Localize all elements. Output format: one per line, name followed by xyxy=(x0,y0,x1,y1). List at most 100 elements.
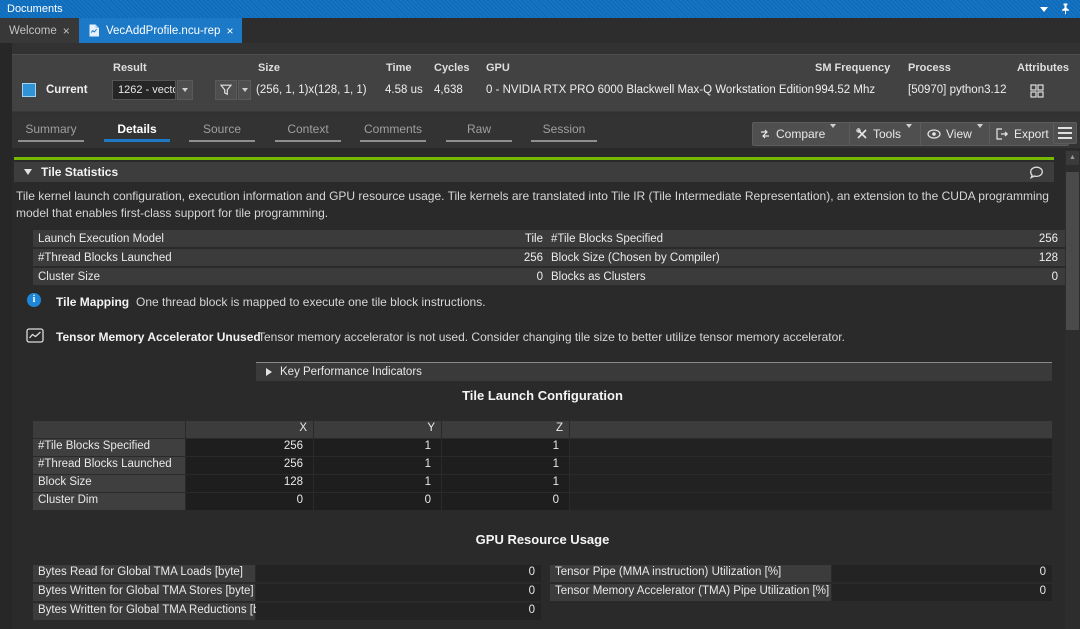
tab-comments[interactable]: Comments xyxy=(355,119,431,145)
scrollbar-thumb[interactable] xyxy=(1066,172,1079,330)
section-accent-line xyxy=(14,157,1054,160)
stat-row: Cluster Size 0 xyxy=(33,268,550,285)
filter-button[interactable] xyxy=(215,80,237,100)
tab-welcome-label: Welcome xyxy=(9,25,57,37)
view-button[interactable]: View xyxy=(920,122,995,146)
launch-configuration-table: X Y Z #Tile Blocks Specified 256 1 1 #Th… xyxy=(33,421,1052,510)
cell-value: 1 xyxy=(314,439,441,456)
stat-label: #Tile Blocks Specified xyxy=(551,233,663,245)
result-select-arrow[interactable] xyxy=(177,80,193,100)
stat-value: 0 xyxy=(1052,271,1058,283)
export-icon xyxy=(996,128,1009,140)
cell-value: 0 xyxy=(314,493,441,510)
menu-button[interactable] xyxy=(1053,122,1077,144)
row-label: Bytes Written for Global TMA Reductions … xyxy=(33,603,255,620)
panel-chevron-down-icon[interactable] xyxy=(1040,7,1048,12)
tab-report-close-icon[interactable]: × xyxy=(226,25,233,37)
tab-report-label: VecAddProfile.ncu-rep xyxy=(106,25,220,37)
export-label: Export xyxy=(1014,127,1049,141)
attributes-column-label: Attributes xyxy=(1017,62,1069,74)
row-label: Bytes Written for Global TMA Stores [byt… xyxy=(33,584,255,601)
current-label: Current xyxy=(46,84,88,96)
comment-bubble-icon[interactable] xyxy=(1029,166,1044,179)
info-icon: i xyxy=(27,293,41,307)
attributes-grid-icon[interactable] xyxy=(1030,84,1044,98)
stat-label: #Thread Blocks Launched xyxy=(38,252,172,264)
resource-table-left: Bytes Read for Global TMA Loads [byte] 0… xyxy=(33,565,541,620)
pin-icon[interactable] xyxy=(1061,3,1070,15)
stat-row: Block Size (Chosen by Compiler) 128 xyxy=(546,249,1065,266)
kpi-label: Key Performance Indicators xyxy=(280,366,422,378)
filter-arrow[interactable] xyxy=(238,80,251,100)
row-label: Tensor Memory Accelerator (TMA) Pipe Uti… xyxy=(550,584,831,601)
cell-value: 0 xyxy=(256,584,541,601)
resource-table-right: Tensor Pipe (MMA instruction) Utilizatio… xyxy=(550,565,1052,601)
row-label: #Tile Blocks Specified xyxy=(33,439,185,456)
view-label: View xyxy=(946,127,972,141)
cell-value: 1 xyxy=(442,439,569,456)
row-label: Tensor Pipe (MMA instruction) Utilizatio… xyxy=(550,565,831,582)
stat-label: Launch Execution Model xyxy=(38,233,164,245)
stat-value: Tile xyxy=(525,233,543,245)
tab-source[interactable]: Source xyxy=(184,119,260,145)
stat-label: Blocks as Clusters xyxy=(551,271,646,283)
tab-context[interactable]: Context xyxy=(270,119,346,145)
sm-frequency-value: 994.52 Mhz xyxy=(815,84,875,96)
scrollbar-up-arrow[interactable]: ▲ xyxy=(1066,151,1079,165)
time-column-label: Time xyxy=(386,62,411,74)
tile-mapping-text: One thread block is mapped to execute on… xyxy=(136,295,486,309)
stat-value: 128 xyxy=(1039,252,1058,264)
result-select[interactable]: 1262 - vector_ xyxy=(112,80,176,100)
stat-value: 256 xyxy=(524,252,543,264)
hamburger-icon xyxy=(1058,127,1072,129)
panel-title: Documents xyxy=(7,3,63,15)
current-result-checkbox[interactable] xyxy=(22,83,36,97)
tab-summary[interactable]: Summary xyxy=(13,119,89,145)
time-value: 4.58 us xyxy=(385,84,423,96)
chevron-down-icon xyxy=(242,88,248,92)
section-title: Tile Statistics xyxy=(41,165,1029,179)
expand-icon[interactable] xyxy=(266,368,272,376)
collapse-icon[interactable] xyxy=(24,169,32,175)
stat-row: Blocks as Clusters 0 xyxy=(546,268,1065,285)
panel-titlebar: Documents xyxy=(0,0,1080,18)
tab-raw[interactable]: Raw xyxy=(441,119,517,145)
cell-filler xyxy=(570,475,1052,492)
table-corner-cell xyxy=(33,421,185,438)
cell-value: 1 xyxy=(314,457,441,474)
report-document-icon xyxy=(88,24,100,37)
key-performance-indicators-header[interactable]: Key Performance Indicators xyxy=(256,362,1052,381)
gpu-column-label: GPU xyxy=(486,62,510,74)
compare-icon xyxy=(759,128,771,140)
cell-value: 0 xyxy=(256,565,541,582)
tab-details[interactable]: Details xyxy=(99,119,175,145)
chevron-down-icon xyxy=(182,88,188,92)
gpu-value: 0 - NVIDIA RTX PRO 6000 Blackwell Max-Q … xyxy=(486,84,814,96)
tools-label: Tools xyxy=(873,127,901,141)
tab-session[interactable]: Session xyxy=(526,119,602,145)
stat-row: #Tile Blocks Specified 256 xyxy=(546,230,1065,247)
cell-value: 0 xyxy=(832,565,1052,582)
cell-value: 0 xyxy=(256,603,541,620)
cell-filler xyxy=(570,493,1052,510)
launch-table-title: Tile Launch Configuration xyxy=(33,388,1052,403)
cell-value: 128 xyxy=(186,475,313,492)
stat-value: 256 xyxy=(1039,233,1058,245)
cell-value: 0 xyxy=(442,493,569,510)
column-header-z: Z xyxy=(442,421,569,438)
cycles-column-label: Cycles xyxy=(434,62,469,74)
cell-value: 1 xyxy=(314,475,441,492)
stat-row: Launch Execution Model Tile xyxy=(33,230,550,247)
tab-welcome[interactable]: Welcome × xyxy=(0,18,79,43)
tab-report[interactable]: VecAddProfile.ncu-rep × xyxy=(79,18,242,43)
compare-button[interactable]: Compare xyxy=(752,122,851,146)
tma-unused-text: Tensor memory accelerator is not used. C… xyxy=(258,330,845,344)
cell-value: 0 xyxy=(186,493,313,510)
stat-label: Cluster Size xyxy=(38,271,100,283)
cell-value: 1 xyxy=(442,457,569,474)
sm-frequency-column-label: SM Frequency xyxy=(815,62,890,74)
tools-button[interactable]: Tools xyxy=(849,122,926,146)
tab-welcome-close-icon[interactable]: × xyxy=(63,25,70,37)
tile-statistics-section-header[interactable]: Tile Statistics xyxy=(14,162,1054,182)
cycles-value: 4,638 xyxy=(434,84,463,96)
